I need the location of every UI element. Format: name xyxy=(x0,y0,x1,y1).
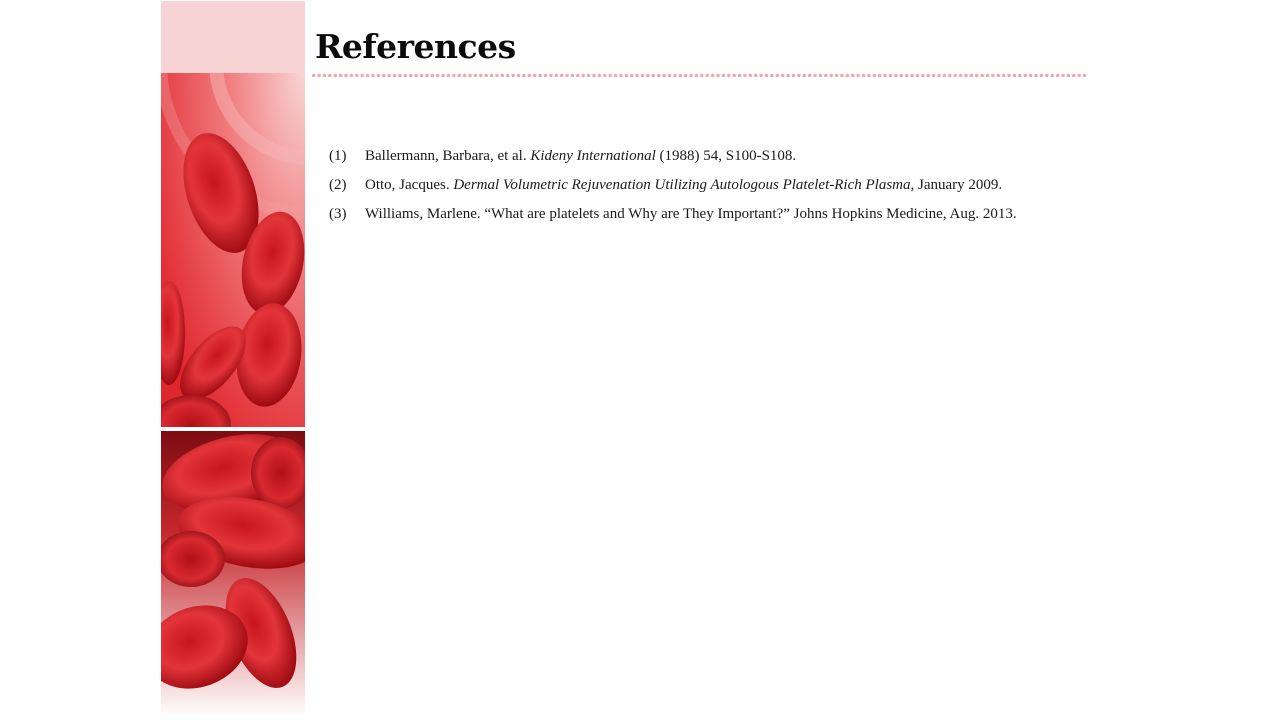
reference-authors: Williams, Marlene. “What are platelets a… xyxy=(365,206,1017,222)
reference-authors: Otto, Jacques. xyxy=(365,177,450,193)
reference-text: Williams, Marlene. “What are platelets a… xyxy=(365,204,1017,224)
slide: References (1) Ballermann, Barbara, et a… xyxy=(161,1,1101,717)
reference-number: (1) xyxy=(329,148,347,164)
reference-authors: Ballermann, Barbara, et al. xyxy=(365,148,527,164)
title-divider xyxy=(311,73,1086,78)
reference-item: (3) Williams, Marlene. “What are platele… xyxy=(329,204,1089,233)
reference-item: (2) Otto, Jacques. Dermal Volumetric Rej… xyxy=(329,175,1089,204)
reference-details: (1988) 54, S100-S108. xyxy=(659,148,797,164)
reference-source: Kideny International xyxy=(530,148,656,164)
reference-source: Dermal Volumetric Rejuvenation Utilizing… xyxy=(453,177,911,193)
reference-number: (3) xyxy=(329,206,347,222)
red-blood-cells-image xyxy=(161,73,305,717)
page: References (1) Ballermann, Barbara, et a… xyxy=(0,0,1280,720)
reference-text: Ballermann, Barbara, et al. Kideny Inter… xyxy=(365,146,796,166)
reference-item: (1) Ballermann, Barbara, et al. Kideny I… xyxy=(329,146,1089,175)
slide-title: References xyxy=(315,27,516,66)
reference-number: (2) xyxy=(329,177,347,193)
reference-details: , January 2009. xyxy=(910,177,1003,193)
side-accent-block xyxy=(161,1,305,73)
reference-list: (1) Ballermann, Barbara, et al. Kideny I… xyxy=(329,146,1089,233)
reference-text: Otto, Jacques. Dermal Volumetric Rejuven… xyxy=(365,175,1002,195)
